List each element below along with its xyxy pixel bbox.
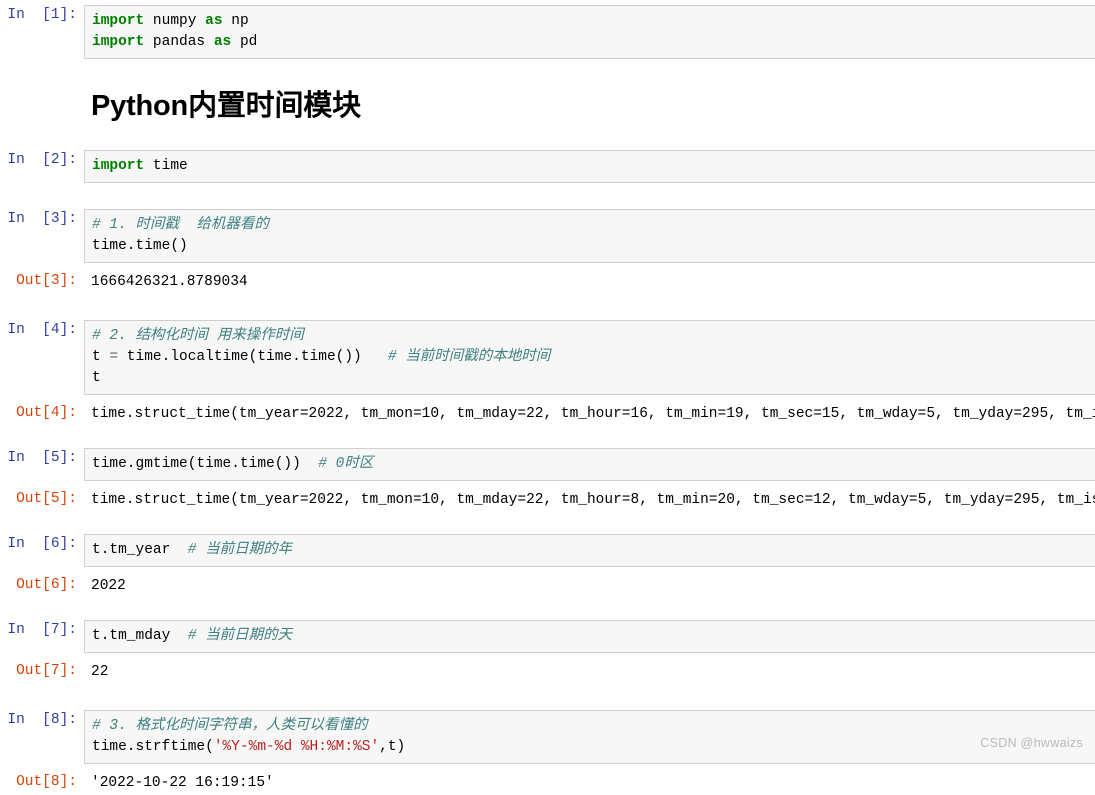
code-editor-5[interactable]: time.gmtime(time.time()) # 0时区 bbox=[84, 447, 1095, 481]
code-line: time.gmtime(time.time()) # 0时区 bbox=[92, 455, 374, 472]
input-prompt-6: In [6]: bbox=[7, 535, 77, 552]
notebook-container: In [1]: import numpy as np import pandas… bbox=[0, 0, 1095, 795]
output-prompt-8: Out[8]: bbox=[16, 773, 77, 790]
output-body-6: 2022 bbox=[84, 574, 1095, 598]
output-body-7: 22 bbox=[84, 660, 1095, 684]
code-line: t bbox=[92, 369, 101, 386]
code-cell-5[interactable]: In [5]: time.gmtime(time.time()) # 0时区 bbox=[0, 447, 1095, 481]
input-prompt-8: In [8]: bbox=[7, 711, 77, 728]
code-line: # 3. 格式化时间字符串，人类可以看懂的 bbox=[92, 716, 1095, 737]
markdown-body: Python内置时间模块 bbox=[84, 89, 1095, 124]
output-prompt-3: Out[3]: bbox=[16, 272, 77, 289]
code-line: import pandas as pd bbox=[92, 34, 258, 50]
output-row-7: Out[7]: 22 bbox=[0, 660, 1095, 684]
input-prompt-4: In [4]: bbox=[7, 321, 77, 338]
code-line: t.tm_mday # 当前日期的天 bbox=[92, 627, 293, 644]
code-editor-2[interactable]: import time bbox=[84, 149, 1095, 183]
code-comment: # 0时区 bbox=[318, 455, 374, 472]
code-comment: # 当前时间戳的本地时间 bbox=[387, 348, 551, 365]
output-prompt-7: Out[7]: bbox=[16, 662, 77, 679]
output-row-8: Out[8]: '2022-10-22 16:19:15' bbox=[0, 771, 1095, 795]
code-editor-7[interactable]: t.tm_mday # 当前日期的天 bbox=[84, 619, 1095, 653]
code-cell-7[interactable]: In [7]: t.tm_mday # 当前日期的天 bbox=[0, 619, 1095, 653]
code-cell-8[interactable]: In [8]: # 3. 格式化时间字符串，人类可以看懂的 time.strft… bbox=[0, 709, 1095, 764]
input-prompt-5: In [5]: bbox=[7, 449, 77, 466]
output-row-3: Out[3]: 1666426321.8789034 bbox=[0, 270, 1095, 294]
output-text: '2022-10-22 16:19:15' bbox=[91, 774, 274, 791]
input-prompt-1: In [1]: bbox=[7, 7, 77, 23]
code-editor-8[interactable]: # 3. 格式化时间字符串，人类可以看懂的 time.strftime('%Y-… bbox=[84, 709, 1095, 764]
output-row-6: Out[6]: 2022 bbox=[0, 574, 1095, 598]
page-title: Python内置时间模块 bbox=[91, 90, 361, 122]
code-editor-4[interactable]: # 2. 结构化时间 用来操作时间 t = time.localtime(tim… bbox=[84, 319, 1095, 395]
output-body-5: time.struct_time(tm_year=2022, tm_mon=10… bbox=[84, 488, 1095, 512]
input-prompt-3: In [3]: bbox=[7, 210, 77, 227]
code-comment: # 当前日期的天 bbox=[187, 627, 293, 644]
code-line: time.time() bbox=[92, 237, 188, 254]
code-cell-1[interactable]: In [1]: import numpy as np import pandas… bbox=[0, 5, 1095, 59]
code-cell-4[interactable]: In [4]: # 2. 结构化时间 用来操作时间 t = time.local… bbox=[0, 319, 1095, 395]
output-text: 1666426321.8789034 bbox=[91, 273, 248, 290]
code-line: t = time.localtime(time.time()) # 当前时间戳的… bbox=[92, 348, 551, 365]
output-text: time.struct_time(tm_year=2022, tm_mon=10… bbox=[91, 491, 1095, 508]
output-body-4: time.struct_time(tm_year=2022, tm_mon=10… bbox=[84, 402, 1095, 426]
code-line: import time bbox=[92, 157, 188, 174]
input-prompt-2: In [2]: bbox=[7, 151, 77, 168]
code-cell-3[interactable]: In [3]: # 1. 时间戳 给机器看的 time.time() bbox=[0, 208, 1095, 263]
watermark: CSDN @hwwaizs bbox=[980, 736, 1083, 750]
code-editor-1[interactable]: import numpy as np import pandas as pd bbox=[84, 5, 1095, 59]
output-text: time.struct_time(tm_year=2022, tm_mon=10… bbox=[91, 405, 1095, 422]
code-editor-6[interactable]: t.tm_year # 当前日期的年 bbox=[84, 533, 1095, 567]
output-text: 2022 bbox=[91, 577, 126, 594]
code-cell-6[interactable]: In [6]: t.tm_year # 当前日期的年 bbox=[0, 533, 1095, 567]
markdown-cell-heading[interactable]: Python内置时间模块 bbox=[0, 89, 1095, 124]
input-prompt-7: In [7]: bbox=[7, 621, 77, 638]
code-cell-2[interactable]: In [2]: import time bbox=[0, 149, 1095, 183]
output-body-3: 1666426321.8789034 bbox=[84, 270, 1095, 294]
code-line: import numpy as np bbox=[92, 13, 249, 29]
code-comment: # 3. 格式化时间字符串，人类可以看懂的 bbox=[92, 717, 368, 734]
code-comment: # 当前日期的年 bbox=[187, 541, 293, 558]
string-literal: '%Y-%m-%d %H:%M:%S' bbox=[213, 738, 380, 755]
code-line: # 1. 时间戳 给机器看的 bbox=[92, 215, 1095, 236]
output-row-4: Out[4]: time.struct_time(tm_year=2022, t… bbox=[0, 402, 1095, 426]
code-comment: # 2. 结构化时间 用来操作时间 bbox=[92, 327, 304, 344]
output-prompt-4: Out[4]: bbox=[16, 404, 77, 421]
code-comment: # 1. 时间戳 给机器看的 bbox=[92, 216, 269, 233]
output-prompt-5: Out[5]: bbox=[16, 490, 77, 507]
output-row-5: Out[5]: time.struct_time(tm_year=2022, t… bbox=[0, 488, 1095, 512]
output-text: 22 bbox=[91, 663, 109, 680]
code-editor-3[interactable]: # 1. 时间戳 给机器看的 time.time() bbox=[84, 208, 1095, 263]
code-line: time.strftime('%Y-%m-%d %H:%M:%S',t) bbox=[92, 738, 406, 755]
output-body-8: '2022-10-22 16:19:15' bbox=[84, 771, 1095, 795]
output-prompt-6: Out[6]: bbox=[16, 576, 77, 593]
code-line: # 2. 结构化时间 用来操作时间 bbox=[92, 326, 1095, 347]
code-line: t.tm_year # 当前日期的年 bbox=[92, 541, 293, 558]
